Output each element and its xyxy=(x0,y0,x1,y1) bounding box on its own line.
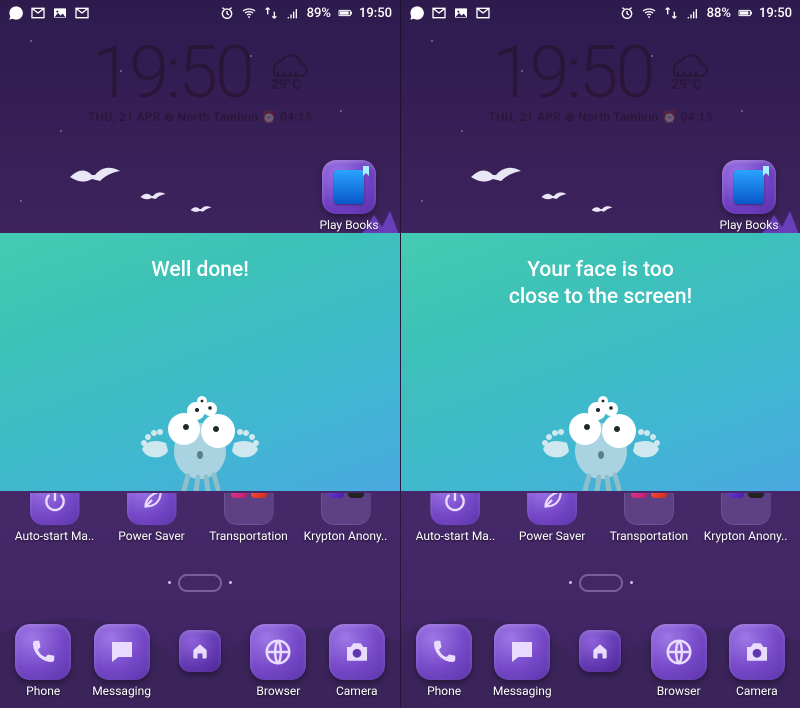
dnd-moon-icon xyxy=(597,5,613,21)
dnd-moon-icon xyxy=(197,5,213,21)
phone-screen-right: 88% 19:50 19:50 29°C THU, 21 APR ⊚North … xyxy=(400,0,800,708)
alarm-icon xyxy=(219,5,235,21)
app-label: Play Books xyxy=(712,218,786,232)
status-time: 19:50 xyxy=(759,6,792,21)
folder-transportation[interactable]: Transportation xyxy=(604,493,694,543)
globe-icon xyxy=(651,624,707,680)
clock-location: North Tambun xyxy=(174,110,258,124)
app-play-books[interactable]: Play Books xyxy=(312,160,386,232)
status-time: 19:50 xyxy=(359,6,392,21)
clock-time: 19:50 xyxy=(92,41,252,106)
camera-icon xyxy=(329,624,385,680)
home-icon xyxy=(579,630,621,672)
play-books-icon xyxy=(722,160,776,214)
dock: Phone Messaging Browser Camera xyxy=(401,624,800,698)
clock-alarm: 04:15 xyxy=(277,110,313,124)
weather-temp: 29°C xyxy=(671,77,702,93)
home-icon xyxy=(179,630,221,672)
status-bar: 89% 19:50 xyxy=(0,0,400,26)
monster-icon xyxy=(130,351,270,491)
page-indicator[interactable] xyxy=(178,574,222,592)
app-auto-start[interactable]: Auto-start Ma.. xyxy=(410,493,500,543)
wifi-icon xyxy=(641,5,657,21)
battery-icon xyxy=(737,5,753,21)
page-indicator[interactable] xyxy=(579,574,623,592)
clock-alarm: 04:15 xyxy=(677,110,713,124)
globe-icon xyxy=(250,624,306,680)
clock-date: THU, 21 APR xyxy=(488,110,561,124)
weather: 29°C xyxy=(664,41,708,93)
mail-icon xyxy=(431,5,447,21)
battery-pct: 88% xyxy=(707,6,731,21)
weather-temp: 29°C xyxy=(271,77,302,93)
dock-browser[interactable]: Browser xyxy=(239,624,317,698)
dock-camera[interactable]: Camera xyxy=(318,624,396,698)
message-icon xyxy=(494,624,550,680)
overlay-message: Well done! xyxy=(121,257,279,284)
data-icon xyxy=(263,5,279,21)
signal-icon xyxy=(685,5,701,21)
camera-icon xyxy=(729,624,785,680)
weather: 29°C xyxy=(264,41,308,93)
folder-transportation[interactable]: Transportation xyxy=(204,493,294,543)
battery-pct: 89% xyxy=(307,6,331,21)
app-row: Auto-start Ma.. Power Saver Transportati… xyxy=(401,493,800,543)
app-row: Auto-start Ma.. Power Saver Transportati… xyxy=(0,493,400,543)
whatsapp-icon xyxy=(8,5,24,21)
dock-browser[interactable]: Browser xyxy=(640,624,718,698)
data-icon xyxy=(663,5,679,21)
mail-icon xyxy=(30,5,46,21)
monster-icon xyxy=(531,351,671,491)
distance-overlay[interactable]: Well done! xyxy=(0,233,400,491)
overlay-message: Your face is too close to the screen! xyxy=(479,257,722,312)
dock-phone[interactable]: Phone xyxy=(4,624,82,698)
status-bar: 88% 19:50 xyxy=(401,0,800,26)
clock-widget[interactable]: 19:50 29°C THU, 21 APR ⊚North Tambun ⏰04… xyxy=(401,26,800,124)
folder-krypton[interactable]: Krypton Anony.. xyxy=(701,493,791,543)
dock: Phone Messaging Browser Camera xyxy=(0,624,400,698)
alarm-icon xyxy=(619,5,635,21)
dock-app-drawer[interactable] xyxy=(561,624,639,698)
play-books-icon xyxy=(322,160,376,214)
phone-icon xyxy=(15,624,71,680)
mail-icon xyxy=(475,5,491,21)
mail-icon xyxy=(74,5,90,21)
app-power-saver[interactable]: Power Saver xyxy=(507,493,597,543)
signal-icon xyxy=(285,5,301,21)
phone-screen-left: 89% 19:50 19:50 29°C THU, 21 APR ⊚North … xyxy=(0,0,400,708)
clock-date: THU, 21 APR xyxy=(88,110,161,124)
whatsapp-icon xyxy=(409,5,425,21)
dock-messaging[interactable]: Messaging xyxy=(83,624,161,698)
photo-icon xyxy=(52,5,68,21)
app-power-saver[interactable]: Power Saver xyxy=(107,493,197,543)
phone-icon xyxy=(416,624,472,680)
clock-time: 19:50 xyxy=(493,41,653,106)
battery-icon xyxy=(337,5,353,21)
app-auto-start[interactable]: Auto-start Ma.. xyxy=(10,493,100,543)
clock-widget[interactable]: 19:50 29°C THU, 21 APR ⊚North Tambun ⏰04… xyxy=(0,26,400,124)
wifi-icon xyxy=(241,5,257,21)
dock-messaging[interactable]: Messaging xyxy=(483,624,561,698)
dock-app-drawer[interactable] xyxy=(161,624,239,698)
message-icon xyxy=(94,624,150,680)
folder-krypton[interactable]: Krypton Anony.. xyxy=(301,493,391,543)
clock-location: North Tambun xyxy=(575,110,659,124)
photo-icon xyxy=(453,5,469,21)
app-label: Play Books xyxy=(312,218,386,232)
distance-overlay[interactable]: Your face is too close to the screen! xyxy=(401,233,800,491)
app-play-books[interactable]: Play Books xyxy=(712,160,786,232)
dock-camera[interactable]: Camera xyxy=(718,624,796,698)
dock-phone[interactable]: Phone xyxy=(405,624,483,698)
